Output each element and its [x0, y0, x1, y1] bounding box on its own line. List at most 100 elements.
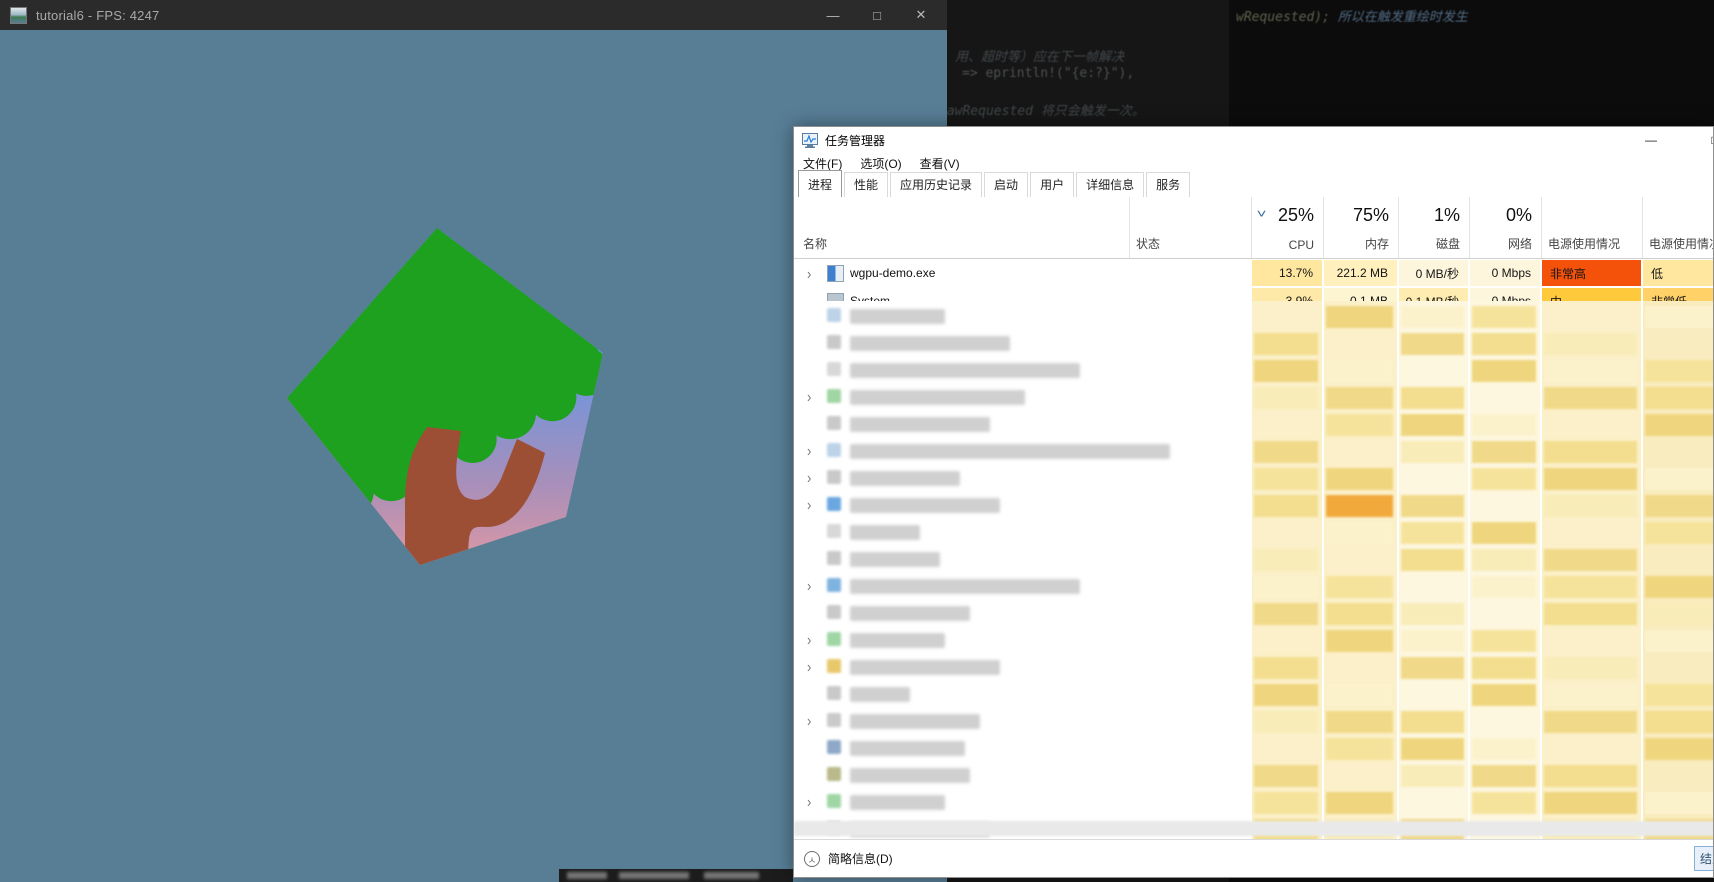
blurred-heat-cell — [1326, 684, 1393, 706]
column-label: 电源使用情况 — [1548, 237, 1621, 251]
blurred-heat-cell — [1544, 333, 1637, 355]
blurred-heat-cell — [1472, 792, 1536, 814]
menu-item[interactable]: 查看(V) — [911, 155, 969, 172]
blurred-process-icon — [827, 416, 841, 430]
column-磁盘[interactable]: 1% 磁盘 — [1398, 197, 1469, 258]
column-status-label: 状态 — [1136, 237, 1161, 251]
blurred-process-name — [850, 768, 970, 783]
blurred-process-name — [850, 363, 1080, 378]
column-label: 内存 — [1364, 237, 1389, 251]
blurred-heat-cell — [1544, 387, 1637, 409]
expand-chevron-icon[interactable]: › — [807, 442, 811, 460]
blurred-heat-cell — [1254, 387, 1318, 409]
cell-内存: 221.2 MB — [1324, 260, 1397, 286]
blurred-heat-cell — [1544, 765, 1637, 787]
expand-chevron-icon[interactable]: › — [807, 577, 811, 595]
expand-chevron-icon[interactable]: › — [807, 793, 811, 811]
blurred-heat-cell — [1401, 414, 1464, 436]
blurred-heat-cell — [1645, 360, 1713, 382]
menu-item[interactable]: 选项(O) — [851, 155, 910, 172]
sort-chevron-icon: ˅ — [1256, 207, 1267, 221]
blurred-heat-cell — [1645, 711, 1713, 733]
tab-进程[interactable]: 进程 — [798, 170, 843, 197]
blurred-heat-cell — [1472, 657, 1536, 679]
blurred-heat-cell — [1254, 441, 1318, 463]
blurred-heat-cell — [1472, 576, 1536, 598]
blurred-process-icon — [827, 308, 841, 322]
blurred-heat-cell — [1401, 603, 1464, 625]
terminal-line: rawRequested 将只会触发一次。 — [947, 104, 1145, 119]
blurred-heat-cell — [1401, 711, 1464, 733]
tab-性能[interactable]: 性能 — [844, 172, 889, 197]
blurred-heat-cell — [1544, 792, 1637, 814]
blurred-heat-cell — [1326, 495, 1393, 517]
blurred-heat-cell — [1472, 441, 1536, 463]
column-内存[interactable]: 75% 内存 — [1323, 197, 1398, 258]
column-电源使用情况[interactable]: 电源使用情况 — [1642, 197, 1714, 258]
blurred-process-icon — [827, 686, 841, 700]
blurred-heat-cell — [1544, 360, 1637, 382]
column-网络[interactable]: 0% 网络 — [1469, 197, 1541, 258]
terminal-line: => eprintln!("{e:?}"), — [962, 66, 1135, 81]
column-name-label[interactable]: 名称 — [803, 235, 827, 252]
tab-应用历史记录[interactable]: 应用历史记录 — [890, 172, 983, 197]
tab-启动[interactable]: 启动 — [984, 172, 1029, 197]
end-task-button[interactable]: 结束任务 — [1694, 846, 1713, 871]
expand-chevron-icon[interactable]: › — [807, 469, 811, 487]
blurred-heat-cell — [1326, 387, 1393, 409]
detail-toggle-label: 简略信息(D) — [828, 852, 893, 866]
minimize-icon[interactable]: — — [1631, 127, 1671, 153]
blurred-process-icon — [827, 470, 841, 484]
column-label: 电源使用情况 — [1649, 237, 1714, 251]
close-icon[interactable]: ✕ — [904, 0, 938, 30]
blurred-heat-cell — [1254, 495, 1318, 517]
process-row-wgpu-demo.exe[interactable]: › wgpu-demo.exe 13.7% 221.2 MB 0 MB/秒 0 Mbps 非… — [794, 259, 1713, 287]
column-status[interactable]: 状态 — [1129, 197, 1251, 258]
blurred-heat-cell — [1472, 468, 1536, 490]
minimize-icon[interactable]: — — [816, 0, 850, 30]
column-电源使用情况[interactable]: 电源使用情况 — [1541, 197, 1642, 258]
blurred-heat-cell — [1472, 630, 1536, 652]
blurred-heat-cell — [1254, 576, 1318, 598]
blurred-process-name — [850, 741, 965, 756]
blurred-process-name — [850, 444, 1170, 459]
blurred-heat-cell — [1401, 387, 1464, 409]
blurred-process-icon — [827, 524, 841, 538]
terminal-line: 用、超时等）应在下一帧解决 — [955, 50, 1125, 65]
wgpu-window-titlebar[interactable]: tutorial6 - FPS: 4247 — □ ✕ — [0, 0, 947, 30]
process-list-header: 名称 状态 ˅ 25% CPU 75% 内存 1% 磁盘 0% 网络 电源使用情况 电源使用情况 — [794, 197, 1714, 259]
blurred-heat-cell — [1254, 711, 1318, 733]
column-label: CPU — [1288, 238, 1314, 252]
expand-chevron-icon[interactable]: › — [807, 658, 811, 676]
maximize-icon[interactable]: □ — [860, 0, 894, 30]
blurred-heat-cell — [1401, 522, 1464, 544]
expand-chevron-icon[interactable]: › — [807, 388, 811, 406]
blurred-heat-cell — [1544, 711, 1637, 733]
task-manager-tabbar: 进程 性能 应用历史记录 启动 用户 详细信息 服务 — [798, 170, 1710, 197]
expand-chevron-icon[interactable]: › — [807, 496, 811, 514]
column-CPU[interactable]: ˅ 25% CPU — [1251, 197, 1323, 258]
expand-chevron-icon[interactable]: › — [807, 712, 811, 730]
blurred-heat-cell — [1401, 495, 1464, 517]
blurred-heat-cell — [1645, 387, 1713, 409]
task-manager-titlebar[interactable]: 任务管理器 — □ — [794, 127, 1713, 153]
screen: tutorial6 - FPS: 4247 — □ ✕ wRequested);… — [0, 0, 1714, 882]
blurred-process-name — [850, 687, 910, 702]
expand-chevron-icon[interactable]: › — [807, 265, 811, 283]
blurred-heat-cell — [1254, 333, 1318, 355]
blurred-heat-cell — [1645, 576, 1713, 598]
detail-toggle-button[interactable]: ㅅ 简略信息(D) — [804, 850, 893, 867]
task-manager-statusbar: ㅅ 简略信息(D) 结束任务 — [794, 839, 1713, 877]
tab-详细信息[interactable]: 详细信息 — [1076, 172, 1145, 197]
tab-用户[interactable]: 用户 — [1030, 172, 1075, 197]
blurred-process-icon — [827, 551, 841, 565]
column-total-pct: 1% — [1433, 205, 1460, 225]
blurred-heat-cell — [1326, 630, 1393, 652]
blurred-process-name — [850, 390, 1025, 405]
column-total-pct: 25% — [1277, 205, 1314, 225]
blurred-process-icon — [827, 659, 841, 673]
tab-服务[interactable]: 服务 — [1146, 172, 1191, 197]
maximize-icon[interactable]: □ — [1695, 127, 1713, 153]
expand-chevron-icon[interactable]: › — [807, 631, 811, 649]
blurred-process-icon — [827, 335, 841, 349]
